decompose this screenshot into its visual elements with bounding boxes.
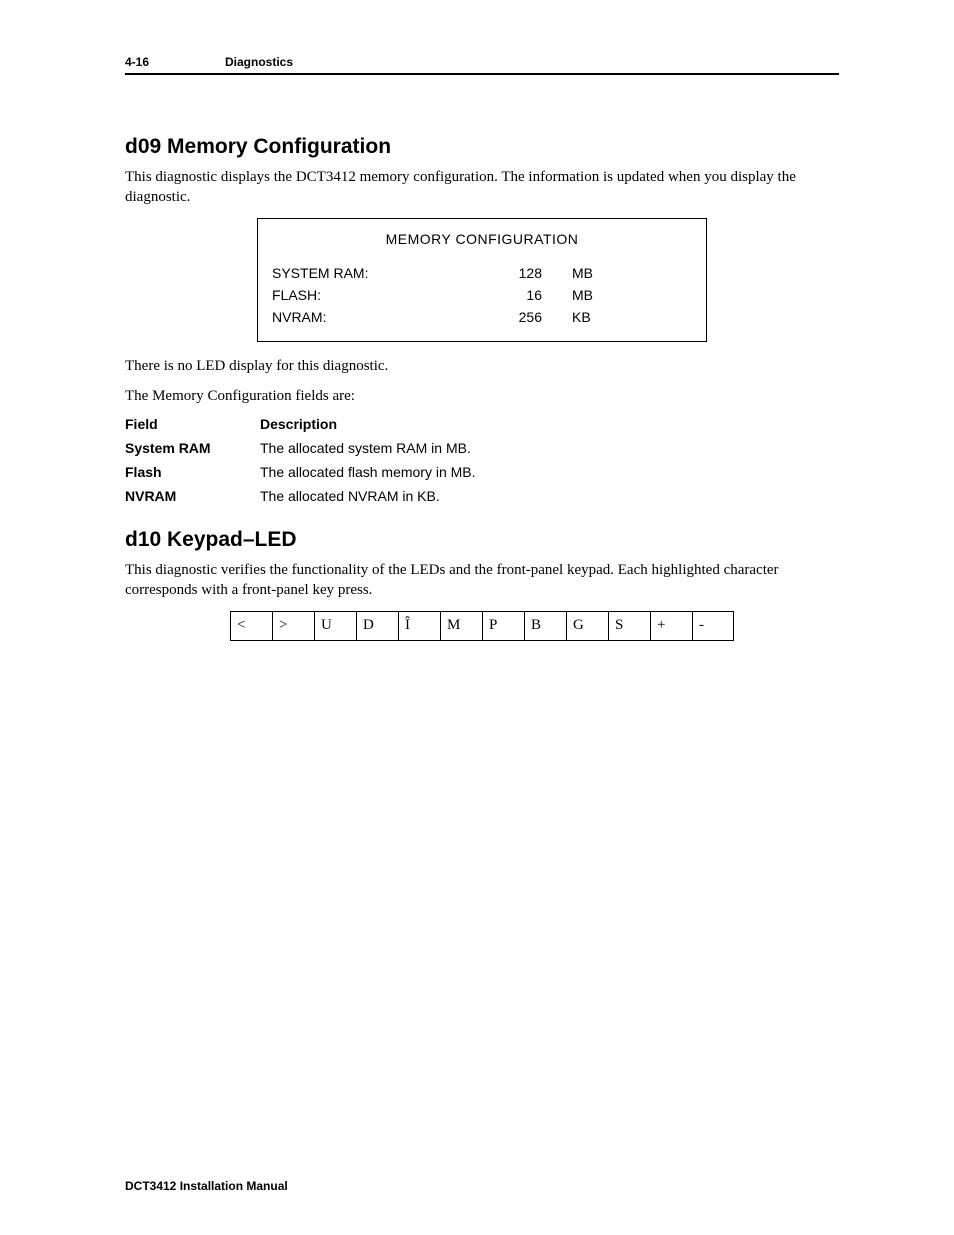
d10-intro-text: This diagnostic verifies the functionali… <box>125 560 839 601</box>
fields-header-desc: Description <box>260 416 839 432</box>
memconfig-unit: MB <box>572 265 612 281</box>
memconfig-label: FLASH: <box>272 287 472 303</box>
memory-config-box: MEMORY CONFIGURATION SYSTEM RAM: 128 MB … <box>257 218 707 342</box>
fields-row: Flash The allocated flash memory in MB. <box>125 464 839 480</box>
memconfig-value: 128 <box>472 265 572 281</box>
field-desc: The allocated NVRAM in KB. <box>260 488 839 504</box>
d09-note-text: There is no LED display for this diagnos… <box>125 356 839 376</box>
key-cell: B <box>524 611 566 641</box>
field-desc: The allocated flash memory in MB. <box>260 464 839 480</box>
memconfig-value: 16 <box>472 287 572 303</box>
field-name: System RAM <box>125 440 260 456</box>
memconfig-unit: KB <box>572 309 612 325</box>
key-cell: D <box>356 611 398 641</box>
memory-config-title: MEMORY CONFIGURATION <box>272 231 692 247</box>
memconfig-row: SYSTEM RAM: 128 MB <box>272 265 692 281</box>
fields-header-row: Field Description <box>125 416 839 432</box>
memconfig-label: SYSTEM RAM: <box>272 265 472 281</box>
key-cell: - <box>692 611 734 641</box>
key-cell: < <box>230 611 272 641</box>
key-cell: + <box>650 611 692 641</box>
d09-heading: d09 Memory Configuration <box>125 135 839 159</box>
d10-heading: d10 Keypad–LED <box>125 528 839 552</box>
fields-row: System RAM The allocated system RAM in M… <box>125 440 839 456</box>
fields-row: NVRAM The allocated NVRAM in KB. <box>125 488 839 504</box>
memconfig-row: NVRAM: 256 KB <box>272 309 692 325</box>
key-cell: > <box>272 611 314 641</box>
field-name: NVRAM <box>125 488 260 504</box>
memconfig-row: FLASH: 16 MB <box>272 287 692 303</box>
memconfig-value: 256 <box>472 309 572 325</box>
memconfig-label: NVRAM: <box>272 309 472 325</box>
key-cell: U <box>314 611 356 641</box>
footer-text: DCT3412 Installation Manual <box>125 1179 288 1193</box>
memconfig-unit: MB <box>572 287 612 303</box>
d09-intro-text: This diagnostic displays the DCT3412 mem… <box>125 167 839 208</box>
key-cell: M <box>440 611 482 641</box>
page-section-title: Diagnostics <box>225 55 293 69</box>
fields-header-field: Field <box>125 416 260 432</box>
keypad-row: < > U D Î M P B G S + - <box>230 611 734 641</box>
key-cell: P <box>482 611 524 641</box>
page-header: 4-16 Diagnostics <box>125 55 839 75</box>
d09-fields-intro: The Memory Configuration fields are: <box>125 386 839 406</box>
page-number: 4-16 <box>125 55 225 69</box>
field-desc: The allocated system RAM in MB. <box>260 440 839 456</box>
key-cell: Î <box>398 611 440 641</box>
key-cell: S <box>608 611 650 641</box>
key-cell: G <box>566 611 608 641</box>
field-name: Flash <box>125 464 260 480</box>
fields-table: Field Description System RAM The allocat… <box>125 416 839 504</box>
